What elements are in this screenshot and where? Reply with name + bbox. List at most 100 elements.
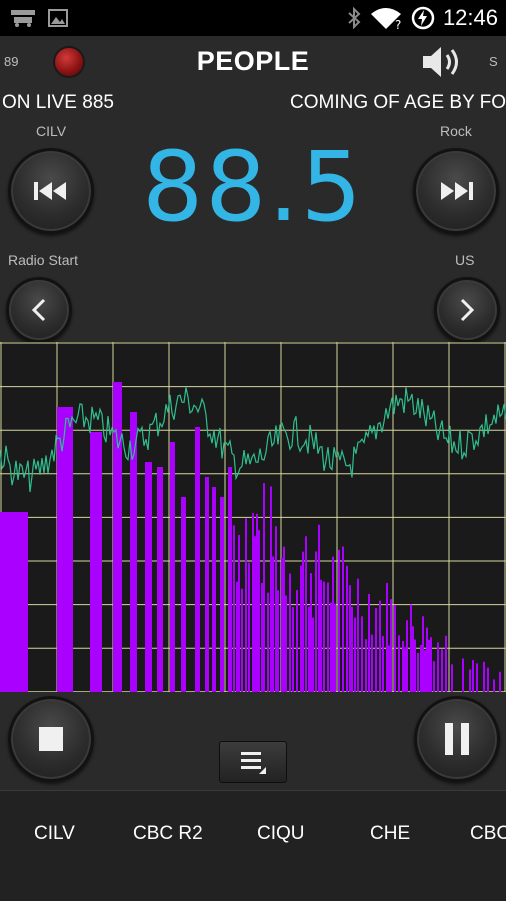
- spectrum-bar: [285, 595, 287, 692]
- spectrum-bar: [412, 626, 414, 692]
- spectrum-bar: [170, 442, 175, 692]
- spectrum-bar: [281, 558, 283, 692]
- chevron-left-icon: [31, 298, 46, 322]
- spectrum-bar: [233, 525, 235, 692]
- spectrum-bar: [238, 535, 240, 692]
- spectrum-bar: [499, 671, 501, 692]
- stop-button[interactable]: [8, 696, 94, 782]
- spectrum-bar: [445, 635, 447, 692]
- spectrum-bar: [272, 556, 274, 692]
- spectrum-bar: [220, 497, 224, 692]
- spectrum-bar: [305, 536, 307, 692]
- spectrum-bar: [375, 608, 377, 692]
- spectrum-bar: [404, 647, 406, 692]
- wifi-icon: ?: [370, 8, 401, 30]
- station-favorite[interactable]: CBC R2: [133, 823, 203, 845]
- svg-text:?: ?: [395, 18, 401, 30]
- menu-button[interactable]: [219, 741, 287, 783]
- spectrum-bar: [351, 606, 353, 692]
- spectrum-bar: [437, 642, 439, 692]
- station-favorite[interactable]: CHE: [370, 823, 410, 845]
- next-genre-button[interactable]: [434, 277, 500, 343]
- spectrum-bar: [318, 524, 320, 692]
- volume-icon[interactable]: [420, 44, 464, 80]
- spectrum-bar: [433, 661, 435, 692]
- spectrum-bar: [90, 432, 102, 692]
- spectrum-bar: [289, 573, 291, 692]
- spectrum-bar: [417, 652, 419, 692]
- station-favorite[interactable]: CIQU: [257, 823, 305, 845]
- spectrum-bar: [228, 467, 232, 692]
- spectrum-bar: [428, 639, 430, 692]
- spectrum-bar: [320, 579, 322, 692]
- spectrum-bar: [398, 635, 400, 692]
- spectrum-bar: [332, 556, 334, 692]
- spectrum-bar: [469, 669, 471, 692]
- spectrum-bar: [462, 658, 464, 692]
- status-left-icons: [10, 8, 68, 28]
- next-genre-label: US: [455, 252, 475, 268]
- spectrum-bar: [236, 581, 238, 692]
- spectrum-bar: [195, 427, 200, 692]
- spectrum-bar: [354, 617, 356, 692]
- spectrum-bar: [414, 639, 416, 692]
- spectrum-bar: [0, 512, 28, 692]
- station-favorite[interactable]: CBC: [470, 823, 506, 845]
- spectrum-bar: [302, 551, 304, 692]
- spectrum-bar: [394, 604, 396, 692]
- spectrum-bar: [424, 650, 426, 692]
- now-playing-ticker: ON LIVE 885: [2, 92, 114, 113]
- spectrum-bar: [406, 620, 408, 692]
- spectrum-bar: [270, 486, 272, 692]
- spectrum-bar: [57, 407, 73, 692]
- spectrum-bar: [308, 606, 310, 692]
- spectrum-bar: [157, 467, 163, 692]
- spectrum-bar: [382, 636, 384, 692]
- spectrum-bar: [483, 661, 485, 692]
- spectrum-bar: [379, 600, 381, 692]
- spectrum-bar: [261, 583, 263, 692]
- bluetooth-icon: [348, 7, 361, 29]
- spectrum-bar: [368, 594, 370, 692]
- navigation-app-icon: [11, 10, 35, 27]
- station-favorites-bar: CILV CBC R2 CIQU CHE CBC: [0, 790, 506, 901]
- chevron-right-icon: [460, 298, 475, 322]
- spectrum-bar: [245, 518, 247, 692]
- spectrum-bar: [487, 667, 489, 692]
- status-bar: ? 12:46: [0, 0, 506, 36]
- spectrum-bar: [258, 530, 260, 692]
- frequency-display: 88.5: [142, 131, 364, 243]
- spectrum-bar: [493, 679, 495, 692]
- spectrum-bar: [430, 637, 432, 692]
- spectrum-bar: [422, 616, 424, 692]
- pause-button[interactable]: [414, 696, 500, 782]
- spectrum-bars: [0, 382, 501, 692]
- spectrum-bar: [145, 462, 152, 692]
- next-station-edge[interactable]: S: [489, 54, 498, 69]
- spectrum-bar: [357, 578, 359, 692]
- station-favorite[interactable]: CILV: [34, 823, 75, 845]
- spectrum-bar: [312, 617, 314, 692]
- spectrum-bar: [371, 634, 373, 692]
- spectrum-bar: [205, 477, 209, 692]
- spectrum-bar: [451, 664, 453, 692]
- audio-visualizer: [0, 342, 506, 692]
- previous-genre-label: Radio Start: [8, 252, 79, 268]
- spectrum-bar: [410, 604, 412, 692]
- stop-icon: [39, 727, 63, 751]
- spectrum-bar: [338, 549, 340, 692]
- spectrum-bar: [334, 603, 336, 692]
- spectrum-bar: [315, 551, 317, 692]
- clock: 12:46: [442, 5, 498, 30]
- song-info-ticker: COMING OF AGE BY FO: [290, 92, 506, 113]
- waveform-line: [0, 387, 506, 493]
- battery-icon: [411, 6, 435, 30]
- spectrum-bar: [252, 513, 254, 692]
- spectrum-bar: [386, 583, 388, 692]
- spectrum-bar: [292, 607, 294, 692]
- previous-genre-button[interactable]: [6, 277, 72, 343]
- status-right-icons: ? 12:46: [347, 0, 498, 36]
- spectrum-bar: [283, 546, 285, 692]
- spectrum-bar: [300, 565, 302, 692]
- spectrum-bar: [267, 592, 269, 692]
